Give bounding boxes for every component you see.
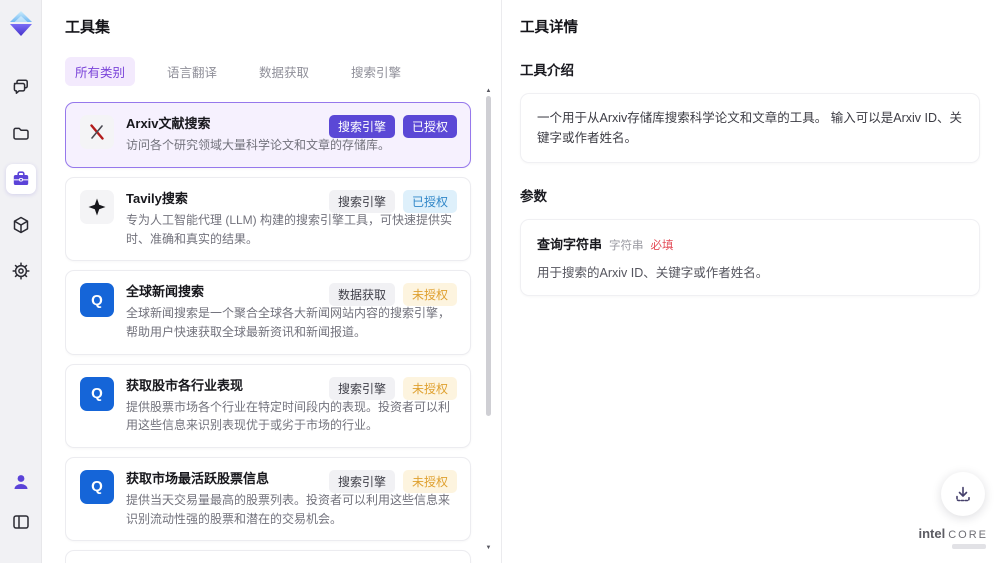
tab-3[interactable]: 搜索引擎 (341, 57, 411, 86)
category-tag: 搜索引擎 (328, 376, 395, 400)
arxiv-icon (80, 115, 114, 149)
auth-status-tag: 已授权 (402, 189, 457, 213)
tool-list: Arxiv文献搜索 访问各个研究领域大量科学论文和文章的存储库。 搜索引擎 已授… (65, 102, 501, 563)
param-required-badge: 必填 (650, 240, 674, 252)
category-tag: 搜索引擎 (328, 189, 395, 213)
tool-description: 提供当天交易量最高的股票列表。投资者可以利用这些信息来识别流动性强的股票和潜在的… (126, 493, 451, 526)
left-navigation-rail (0, 0, 42, 563)
q-blue-icon: Q (80, 469, 114, 504)
tool-description: 全球新闻搜索是一个聚合全球各大新闻网站内容的搜索引擎，帮助用户快速获取全球最新资… (126, 306, 451, 339)
list-scrollbar[interactable]: ▲ ▼ (485, 88, 492, 551)
category-tabs: 所有类别 语言翻译 数据获取 搜索引擎 (65, 57, 501, 86)
download-icon (956, 486, 970, 502)
tool-list-panel: 工具集 所有类别 语言翻译 数据获取 搜索引擎 Arxiv文献搜索 访问各个研究领域大… (42, 0, 502, 563)
auth-status-tag: 已授权 (402, 115, 457, 138)
tool-card[interactable]: Tavily搜索 专为人工智能代理 (LLM) 构建的搜索引擎工具，可快速提供实… (65, 176, 471, 262)
q-blue-icon: Q (80, 376, 114, 411)
nav-cube-icon[interactable] (6, 210, 36, 240)
nav-chat-icon[interactable] (6, 72, 36, 102)
intel-core-logo: intel CORE (918, 526, 988, 549)
tab-2[interactable]: 数据获取 (249, 57, 319, 86)
tool-detail-panel: 工具详情 工具介绍 一个用于从Arxiv存储库搜索科学论文和文章的工具。 输入可… (502, 0, 1000, 563)
detail-title: 工具详情 (520, 20, 578, 36)
page-title: 工具集 (65, 19, 111, 36)
auth-status-tag: 未授权 (402, 376, 457, 400)
tool-description: 专为人工智能代理 (LLM) 构建的搜索引擎工具，可快速提供实时、准确和真实的结… (126, 212, 453, 246)
nav-settings-gear-icon[interactable] (6, 256, 36, 286)
intro-heading: 工具介绍 (520, 63, 574, 78)
nav-account-person-icon[interactable] (6, 467, 36, 497)
nav-collapse-panel-icon[interactable] (6, 507, 36, 537)
app-logo-icon (6, 8, 36, 38)
param-desc: 用于搜索的Arxiv ID、关键字或作者姓名。 (537, 266, 769, 280)
param-type: 字符串 (609, 240, 644, 252)
core-logo-text: CORE (948, 529, 988, 541)
param-card: 查询字符串 字符串 必填 用于搜索的Arxiv ID、关键字或作者姓名。 (520, 219, 980, 296)
intel-logo-subbar (952, 544, 986, 549)
auth-status-tag: 未授权 (402, 469, 457, 493)
scrollbar-thumb[interactable] (486, 96, 491, 416)
param-name: 查询字符串 (537, 237, 603, 252)
nav-folder-icon[interactable] (6, 118, 36, 148)
tab-0[interactable]: 所有类别 (65, 57, 136, 86)
tavily-icon (80, 189, 114, 224)
tool-card[interactable]: Q 获取市场最活跃股票信息 提供当天交易量最高的股票列表。投资者可以利用这些信息… (65, 456, 471, 542)
scrollbar-up-arrow[interactable]: ▲ (485, 88, 492, 94)
category-tag: 搜索引擎 (328, 115, 395, 138)
tool-description: 访问各个研究领域大量科学论文和文章的存储库。 (126, 138, 391, 153)
q-blue-icon: Q (80, 283, 114, 318)
intel-logo-text: intel (918, 526, 946, 541)
category-tag: 数据获取 (328, 283, 395, 307)
tab-1[interactable]: 语言翻译 (157, 57, 227, 86)
tool-card[interactable]: Arxiv文献搜索 访问各个研究领域大量科学论文和文章的存储库。 搜索引擎 已授… (65, 102, 471, 168)
nav-toolbox-icon[interactable] (5, 164, 36, 194)
intro-card: 一个用于从Arxiv存储库搜索科学论文和文章的工具。 输入可以是Arxiv ID… (520, 93, 980, 163)
tool-card[interactable]: Q 全球新闻搜索 全球新闻搜索是一个聚合全球各大新闻网站内容的搜索引擎，帮助用户… (65, 270, 471, 355)
category-tag: 搜索引擎 (328, 469, 395, 493)
params-heading: 参数 (520, 189, 547, 204)
auth-status-tag: 未授权 (402, 283, 457, 307)
intro-text: 一个用于从Arxiv存储库搜索科学论文和文章的工具。 输入可以是Arxiv ID… (537, 111, 963, 145)
tool-card[interactable]: Q 获取股市各行业表现 提供股票市场各个行业在特定时间段内的表现。投资者可以利用… (65, 363, 471, 448)
download-button[interactable] (941, 472, 985, 516)
tool-card[interactable]: 万维地区新闻查询 查询具体行政区划内的新闻，快速了解各地新闻动 搜索引擎 未授权 (65, 550, 471, 563)
tool-description: 提供股票市场各个行业在特定时间段内的表现。投资者可以利用这些信息来识别表现优于或… (126, 399, 451, 433)
scrollbar-down-arrow[interactable]: ▼ (485, 545, 492, 551)
